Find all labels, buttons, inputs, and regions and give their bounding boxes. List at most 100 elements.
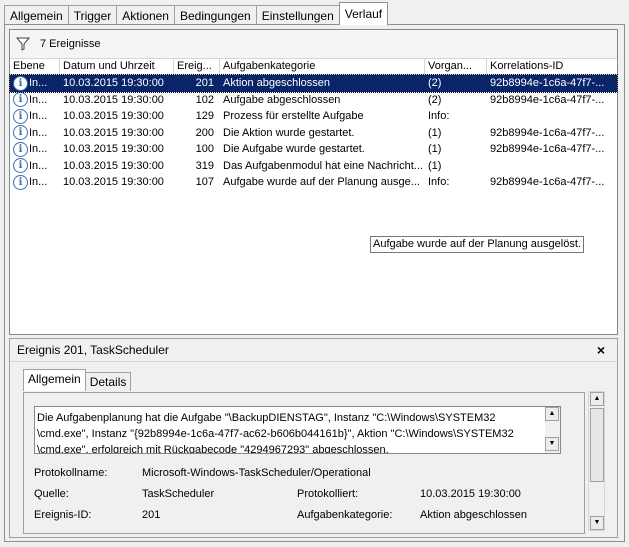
cell-category: Die Aktion wurde gestartet. — [223, 126, 355, 139]
col-aufgabenkategorie[interactable]: Aufgabenkategorie — [220, 59, 425, 74]
info-icon: i — [13, 158, 28, 174]
cell-category: Aktion abgeschlossen — [223, 77, 331, 90]
event-list: 7 Ereignisse Ebene Datum und Uhrzeit Ere… — [9, 29, 618, 335]
col-datum[interactable]: Datum und Uhrzeit — [60, 59, 174, 74]
scroll-down-icon[interactable]: ▼ — [545, 437, 559, 451]
cell-id: 200 — [195, 126, 214, 139]
level-text: In... — [29, 176, 48, 189]
level-text: In... — [29, 93, 48, 106]
message-line: \cmd.exe", erfolgreich mit Rückgabecode … — [37, 444, 389, 454]
message-scrollbar[interactable]: ▲ ▼ — [545, 407, 560, 453]
cell-date: 10.03.2015 19:30:00 — [63, 143, 164, 156]
protokollname-label: Protokollname: — [34, 467, 108, 479]
col-ereignis-id[interactable]: Ereig... — [174, 59, 220, 74]
cell-date: 10.03.2015 19:30:00 — [63, 77, 164, 90]
aufgabenkategorie-label: Aufgabenkategorie: — [297, 509, 393, 521]
cell-corr: 92b8994e-1c6a-47f7-... — [490, 93, 605, 106]
cell-id: 107 — [195, 176, 214, 189]
cell-id: 100 — [195, 143, 214, 156]
col-ebene[interactable]: Ebene — [10, 59, 60, 74]
cell-op: (2) — [428, 93, 442, 106]
level-text: In... — [29, 143, 48, 156]
cell-id: 319 — [195, 159, 214, 172]
cell-op: (1) — [428, 159, 442, 172]
cell-level: i In... — [10, 174, 60, 190]
cell-id: 201 — [195, 77, 214, 90]
message-line: \cmd.exe", Instanz "{92b8994e-1c6a-47f7-… — [37, 428, 514, 440]
cell-category: Aufgabe wurde auf der Planung ausge... — [223, 176, 420, 189]
tab-allgemein[interactable]: Allgemein — [4, 5, 69, 25]
cell-date: 10.03.2015 19:30:00 — [63, 176, 164, 189]
cell-category: Prozess für erstellte Aufgabe — [223, 110, 364, 123]
cell-op: (1) — [428, 143, 442, 156]
cell-op: Info: — [428, 110, 450, 123]
cell-id: 102 — [195, 93, 214, 106]
detail-title: Ereignis 201, TaskScheduler — [17, 343, 169, 357]
tab-aktionen[interactable]: Aktionen — [116, 5, 175, 25]
cell-category: Aufgabe abgeschlossen — [223, 93, 341, 106]
tab-trigger[interactable]: Trigger — [67, 5, 118, 25]
table-row[interactable]: i In... 10.03.2015 19:30:00 129 Prozess für … — [10, 108, 617, 125]
cell-level: i In... — [10, 92, 60, 108]
message-line: Die Aufgabenplanung hat die Aufgabe "\Ba… — [37, 412, 496, 424]
level-text: In... — [29, 110, 48, 123]
level-text: In... — [29, 126, 48, 139]
protokollname-value: Microsoft-Windows-TaskScheduler/Operatio… — [142, 467, 371, 479]
column-header: Ebene Datum und Uhrzeit Ereig... Aufgabe… — [10, 59, 617, 75]
close-icon[interactable]: × — [597, 342, 605, 358]
detail-tab-strip: Allgemein Details — [23, 369, 132, 391]
level-text: In... — [29, 77, 48, 90]
quelle-label: Quelle: — [34, 488, 69, 500]
tab-einstellungen[interactable]: Einstellungen — [255, 5, 340, 25]
scroll-up-icon[interactable]: ▲ — [545, 407, 559, 421]
ereignis-id-value: 201 — [142, 509, 161, 521]
ereignis-id-label: Ereignis-ID: — [34, 509, 92, 521]
cell-op: (1) — [428, 126, 442, 139]
event-detail-pane: Ereignis 201, TaskScheduler × Allgemein … — [9, 338, 618, 538]
info-icon: i — [13, 174, 28, 190]
cell-corr: 92b8994e-1c6a-47f7-... — [490, 77, 605, 90]
table-row[interactable]: i In... 10.03.2015 19:30:00 102 Aufgabe abge… — [10, 92, 617, 109]
scroll-up-icon[interactable]: ▲ — [590, 392, 604, 406]
scroll-down-icon[interactable]: ▼ — [590, 516, 604, 530]
cell-level: i In... — [10, 125, 60, 141]
info-icon: i — [13, 108, 28, 124]
tooltip: Aufgabe wurde auf der Planung ausgelöst. — [370, 236, 584, 253]
table-row[interactable]: i In... 10.03.2015 19:30:00 200 Die Aktion w… — [10, 125, 617, 142]
tab-bedingungen[interactable]: Bedingungen — [173, 5, 257, 25]
filter-icon[interactable] — [16, 37, 30, 51]
cell-level: i In... — [10, 75, 60, 91]
cell-date: 10.03.2015 19:30:00 — [63, 126, 164, 139]
table-row[interactable]: i In... 10.03.2015 19:30:00 319 Das Aufgaben… — [10, 158, 617, 175]
scroll-thumb[interactable] — [590, 408, 604, 482]
tab-verlauf[interactable]: Verlauf — [338, 2, 389, 25]
cell-op: (2) — [428, 77, 442, 90]
event-message-box[interactable]: Die Aufgabenplanung hat die Aufgabe "\Ba… — [34, 406, 561, 454]
info-icon: i — [13, 75, 28, 91]
cell-level: i In... — [10, 158, 60, 174]
aufgabenkategorie-value: Aktion abgeschlossen — [420, 509, 528, 521]
cell-date: 10.03.2015 19:30:00 — [63, 93, 164, 106]
tab-strip: Allgemein Trigger Aktionen Bedingungen E… — [4, 2, 389, 25]
table-row[interactable]: i In... 10.03.2015 19:30:00 100 Die Aufgabe … — [10, 141, 617, 158]
col-korrelations-id[interactable]: Korrelations-ID — [487, 59, 617, 74]
protokolliert-value: 10.03.2015 19:30:00 — [420, 488, 521, 500]
cell-id: 129 — [195, 110, 214, 123]
cell-level: i In... — [10, 141, 60, 157]
cell-op: Info: — [428, 176, 450, 189]
detail-header: Ereignis 201, TaskScheduler × — [10, 339, 617, 362]
cell-date: 10.03.2015 19:30:00 — [63, 110, 164, 123]
event-message-text: Die Aufgabenplanung hat die Aufgabe "\Ba… — [37, 410, 542, 454]
detail-tab-allgemein[interactable]: Allgemein — [23, 369, 86, 391]
table-row[interactable]: i In... 10.03.2015 19:30:00 201 Aktion abges… — [9, 74, 618, 93]
cell-category: Das Aufgabenmodul hat eine Nachricht... — [223, 159, 423, 172]
table-row[interactable]: i In... 10.03.2015 19:30:00 107 Aufgabe wurd… — [10, 174, 617, 191]
detail-tab-details[interactable]: Details — [84, 372, 132, 391]
info-icon: i — [13, 92, 28, 108]
detail-scrollbar[interactable]: ▲ ▼ — [588, 391, 605, 531]
quelle-value: TaskScheduler — [142, 488, 215, 500]
cell-date: 10.03.2015 19:30:00 — [63, 159, 164, 172]
detail-general-panel: Die Aufgabenplanung hat die Aufgabe "\Ba… — [23, 392, 585, 534]
col-vorgang[interactable]: Vorgan... — [425, 59, 487, 74]
cell-corr: 92b8994e-1c6a-47f7-... — [490, 126, 605, 139]
